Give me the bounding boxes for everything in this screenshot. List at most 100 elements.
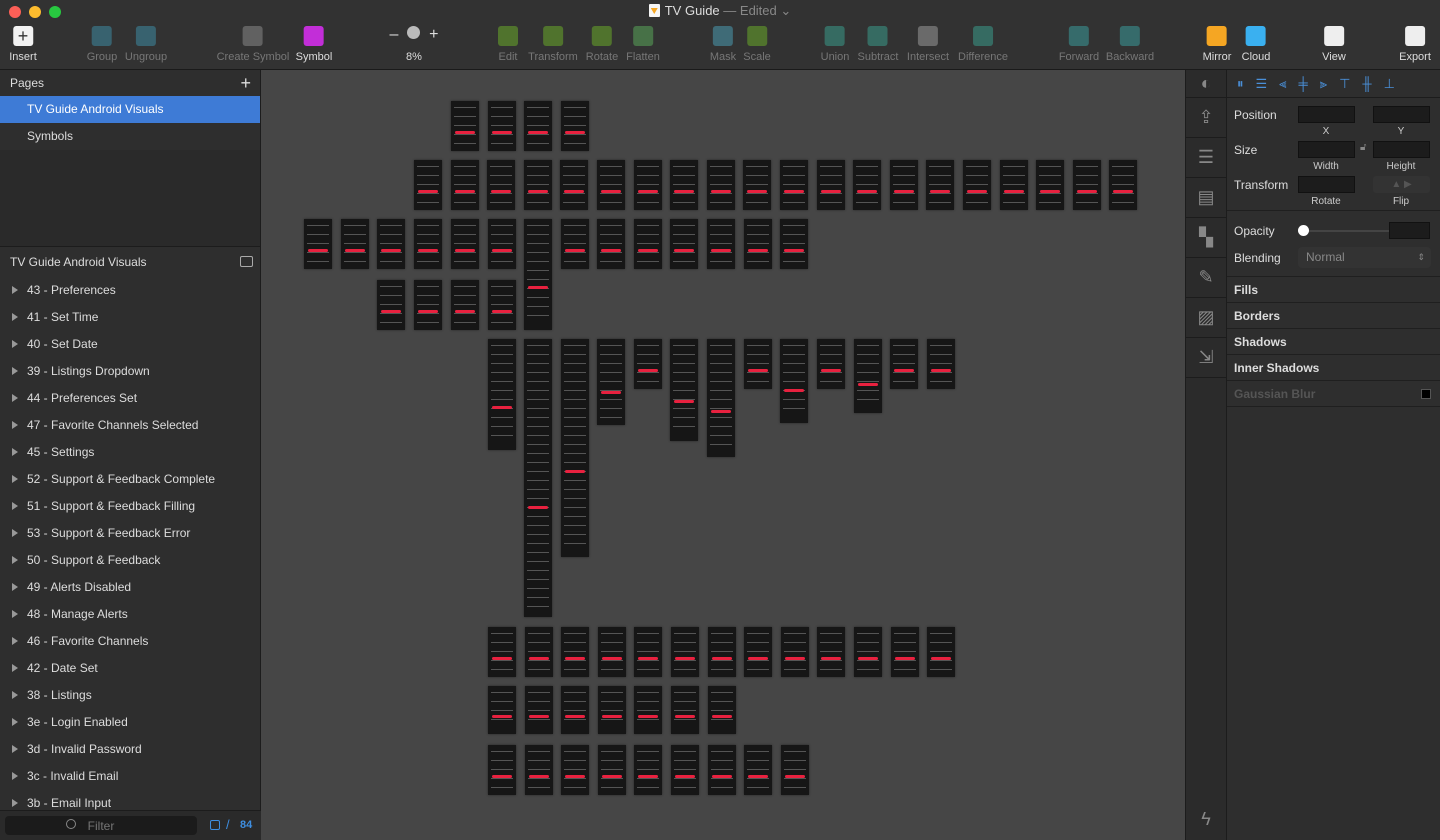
backward-button[interactable]: Backward (1106, 26, 1154, 63)
artboard-thumbnail[interactable] (670, 160, 698, 210)
layer-item[interactable]: 46 - Favorite Channels (0, 628, 260, 655)
align-middle-icon[interactable]: ╫ (1362, 76, 1371, 91)
artboard-thumbnail[interactable] (744, 219, 772, 269)
artboard-thumbnail[interactable] (525, 627, 553, 677)
artboard-thumbnail[interactable] (487, 160, 515, 210)
artboard-thumbnail[interactable] (525, 686, 553, 734)
artboard-thumbnail[interactable] (780, 160, 808, 210)
artboard-thumbnail[interactable] (927, 627, 955, 677)
artboard-thumbnail[interactable] (890, 160, 918, 210)
artboard-thumbnail[interactable] (671, 627, 699, 677)
flip-buttons[interactable]: ▲ ▶ (1373, 176, 1430, 193)
blur-checkbox[interactable] (1421, 389, 1431, 399)
artboard-thumbnail[interactable] (488, 686, 516, 734)
artboard-thumbnail[interactable] (377, 219, 405, 269)
distribute-vertical-icon[interactable]: ☰ (1256, 76, 1268, 92)
artboard-thumbnail[interactable] (304, 219, 332, 269)
artboard-thumbnail[interactable] (781, 745, 809, 795)
artboard-thumbnail[interactable] (451, 160, 479, 210)
blending-select[interactable]: Normal ⇕ (1298, 247, 1431, 268)
artboard-thumbnail[interactable] (1000, 160, 1028, 210)
link-icon[interactable]: ⇲ (1186, 338, 1226, 378)
artboard-thumbnail[interactable] (708, 686, 736, 734)
artboard-thumbnail[interactable] (670, 219, 698, 269)
symbol-button[interactable]: Symbol (296, 26, 332, 63)
artboard-thumbnail[interactable] (525, 745, 553, 795)
artboard-thumbnail[interactable] (488, 627, 516, 677)
artboard-thumbnail[interactable] (853, 160, 881, 210)
lightning-icon[interactable]: ϟ (1186, 809, 1226, 830)
artboard-thumbnail[interactable] (708, 627, 736, 677)
layout-icon[interactable]: ☰ (1186, 138, 1226, 178)
create-symbol-button[interactable]: Create Symbol (217, 26, 289, 63)
layer-item[interactable]: 3c - Invalid Email (0, 763, 260, 790)
artboard-thumbnail[interactable] (634, 686, 662, 734)
artboard-thumbnail[interactable] (781, 627, 809, 677)
artboard-thumbnail[interactable] (524, 160, 552, 210)
layer-item[interactable]: 3d - Invalid Password (0, 736, 260, 763)
align-top-icon[interactable]: ⊤ (1339, 76, 1350, 92)
artboard-thumbnail[interactable] (854, 627, 882, 677)
style-section-header[interactable]: Shadows (1227, 328, 1440, 354)
artboard-thumbnail[interactable] (817, 160, 845, 210)
edited-filter-icon[interactable]: / (226, 817, 230, 832)
artboard-thumbnail[interactable] (598, 745, 626, 795)
layer-item[interactable]: 3e - Login Enabled (0, 709, 260, 736)
opacity-slider-knob[interactable] (1298, 225, 1309, 236)
artboard-thumbnail[interactable] (451, 280, 479, 330)
artboard-filter-icon[interactable] (210, 820, 220, 830)
artboard-thumbnail[interactable] (671, 686, 699, 734)
collapse-icon[interactable] (240, 256, 253, 267)
transform-button[interactable]: Transform (528, 26, 578, 63)
layer-item[interactable]: 52 - Support & Feedback Complete (0, 466, 260, 493)
artboard-thumbnail[interactable] (744, 627, 772, 677)
layer-item[interactable]: 45 - Settings (0, 439, 260, 466)
artboard-thumbnail[interactable] (707, 160, 735, 210)
ungroup-button[interactable]: Ungroup (125, 26, 167, 63)
layer-item[interactable]: 51 - Support & Feedback Filling (0, 493, 260, 520)
page-item[interactable]: TV Guide Android Visuals (0, 96, 260, 123)
artboard-thumbnail[interactable] (598, 686, 626, 734)
height-field[interactable] (1373, 141, 1430, 158)
layer-item[interactable]: 44 - Preferences Set (0, 385, 260, 412)
artboard-thumbnail[interactable] (854, 339, 882, 413)
artboard-thumbnail[interactable] (634, 627, 662, 677)
gaussian-blur-section[interactable]: Gaussian Blur (1227, 380, 1440, 406)
artboard-thumbnail[interactable] (597, 219, 625, 269)
x-field[interactable] (1298, 106, 1355, 123)
group-button[interactable]: Group (87, 26, 117, 63)
layer-item[interactable]: 40 - Set Date (0, 331, 260, 358)
filter-input[interactable] (5, 816, 197, 835)
symbol-override-icon[interactable]: ▚ (1186, 218, 1226, 258)
layer-item[interactable]: 48 - Manage Alerts (0, 601, 260, 628)
artboard-thumbnail[interactable] (414, 280, 442, 330)
artboard-thumbnail[interactable] (561, 219, 589, 269)
artboard-thumbnail[interactable] (414, 160, 442, 210)
artboard-thumbnail[interactable] (488, 219, 516, 269)
y-field[interactable] (1373, 106, 1430, 123)
artboard-thumbnail[interactable] (963, 160, 991, 210)
flatten-button[interactable]: Flatten (626, 26, 660, 63)
text-frame-icon[interactable]: ▤ (1186, 178, 1226, 218)
artboard-thumbnail[interactable] (524, 339, 552, 617)
layer-item[interactable]: 41 - Set Time (0, 304, 260, 331)
artboard-thumbnail[interactable] (817, 627, 845, 677)
layer-item[interactable]: 50 - Support & Feedback (0, 547, 260, 574)
artboard-thumbnail[interactable] (488, 745, 516, 795)
artboard-thumbnail[interactable] (488, 280, 516, 330)
insert-button[interactable]: + Insert (9, 26, 37, 63)
artboard-thumbnail[interactable] (488, 101, 516, 151)
artboard-thumbnail[interactable] (634, 339, 662, 389)
add-page-button[interactable]: + (240, 70, 251, 96)
export-button[interactable]: Export (1399, 26, 1431, 63)
artboard-thumbnail[interactable] (1036, 160, 1064, 210)
difference-button[interactable]: Difference (958, 26, 1008, 63)
layer-item[interactable]: 43 - Preferences (0, 277, 260, 304)
artboard-thumbnail[interactable] (524, 101, 552, 151)
artboard-thumbnail[interactable] (671, 745, 699, 795)
page-item[interactable]: Symbols (0, 123, 260, 150)
align-left-icon[interactable]: ⫷ (1279, 76, 1286, 92)
cloud-button[interactable]: Cloud (1242, 26, 1270, 63)
rotate-button[interactable]: Rotate (586, 26, 618, 63)
mask-button[interactable]: Mask (710, 26, 736, 63)
